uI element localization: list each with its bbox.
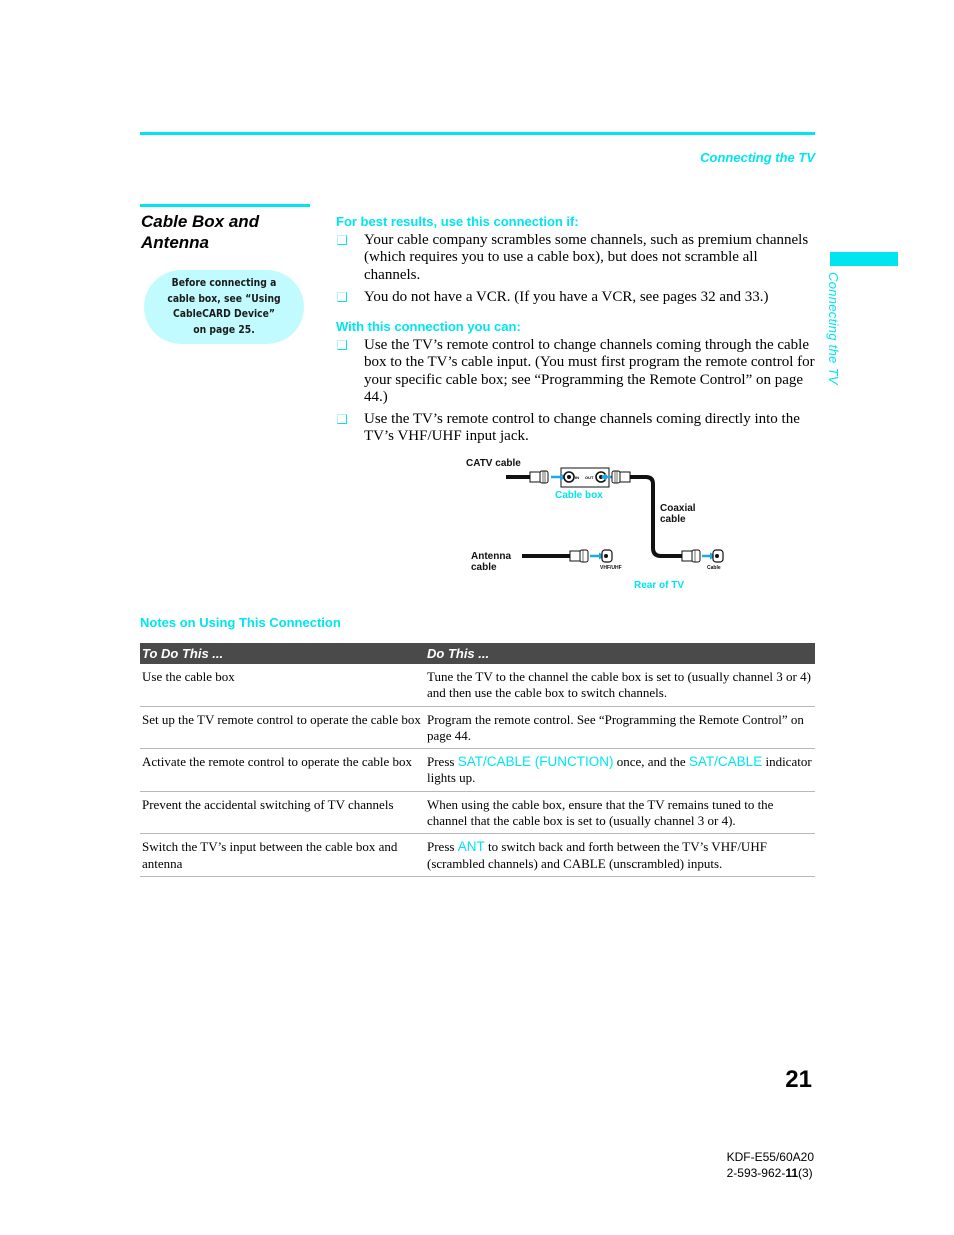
cable-jack-label: Cable [707, 565, 721, 571]
list-item: Your cable company scrambles some channe… [336, 232, 816, 284]
checkbox-bullet-icon [337, 414, 347, 425]
sat-cable-indicator-ref: SAT/CABLE [688, 754, 763, 770]
todo-cell: Prevent the accidental switching of TV c… [140, 791, 425, 835]
coaxial-label-line2: cable [660, 514, 686, 525]
coaxial-label-line1: Coaxial [660, 503, 696, 514]
section-title-line2: Antenna [141, 233, 209, 252]
sat-cable-function-button-ref: SAT/CABLE (FUNCTION) [457, 754, 614, 770]
do-cell: Press SAT/CABLE (FUNCTION) once, and the… [425, 748, 815, 792]
list-item: Use the TV’s remote control to change ch… [336, 411, 816, 446]
table-row: Activate the remote control to operate t… [140, 748, 815, 792]
ant-button-ref: ANT [457, 839, 485, 855]
side-tab-label: Connecting the TV [826, 272, 841, 385]
todo-cell: Set up the TV remote control to operate … [140, 706, 425, 750]
do-cell: Press ANT to switch back and forth betwe… [425, 833, 815, 877]
catv-connector-icon [529, 470, 549, 484]
connection-diagram: IN OUT CATV cable Cable box Coaxial cabl… [466, 458, 724, 591]
checkbox-bullet-icon [337, 340, 347, 350]
table-row: Set up the TV remote control to operate … [140, 706, 815, 750]
model-info: KDF-E55/60A20 2-593-962-11(3) [727, 1150, 814, 1181]
table-row: Prevent the accidental switching of TV c… [140, 791, 815, 835]
side-tab-marker [830, 252, 898, 266]
header-to-do: To Do This ... [140, 643, 425, 664]
table-row: Switch the TV’s input between the cable … [140, 833, 815, 877]
section-title: Cable Box and Antenna [141, 211, 311, 253]
list-item: You do not have a VCR. (If you have a VC… [336, 289, 816, 306]
rear-of-tv-label: Rear of TV [634, 580, 684, 591]
section-rule [140, 204, 310, 207]
todo-cell: Activate the remote control to operate t… [140, 748, 425, 792]
notes-title: Notes on Using This Connection [140, 615, 341, 630]
catv-cable-label: CATV cable [466, 458, 521, 469]
with-connection-list: Use the TV’s remote control to change ch… [336, 337, 816, 451]
out-connector-icon [611, 470, 631, 484]
model-number: KDF-E55/60A20 [726, 1150, 814, 1164]
page-number: 21 [785, 1066, 812, 1093]
top-rule [140, 132, 815, 135]
section-title-line1: Cable Box and [141, 212, 260, 231]
tv-cable-jack-icon [712, 549, 724, 563]
running-head: Connecting the TV [700, 150, 815, 165]
todo-cell: Switch the TV’s input between the cable … [140, 833, 425, 877]
antenna-connector-icon [569, 549, 589, 563]
notes-table: To Do This ... Do This ... Use the cable… [140, 643, 815, 877]
out-label: OUT [585, 475, 594, 480]
cable-box-label: Cable box [555, 490, 603, 501]
antenna-label-line1: Antenna [471, 551, 511, 562]
table-header-row: To Do This ... Do This ... [140, 643, 815, 664]
do-cell: Tune the TV to the channel the cable box… [425, 664, 815, 707]
list-item: Use the TV’s remote control to change ch… [336, 337, 816, 406]
cablecard-note-bubble: Before connecting a cable box, see “Usin… [144, 270, 304, 344]
part-number: 2-593-962-11(3) [726, 1165, 813, 1180]
antenna-label-line2: cable [471, 562, 497, 573]
with-connection-heading: With this connection you can: [336, 319, 521, 334]
todo-cell: Use the cable box [140, 664, 425, 707]
in-label: IN [575, 475, 579, 480]
vhf-uhf-label: VHF/UHF [600, 565, 622, 571]
table-row: Use the cable box Tune the TV to the cha… [140, 664, 815, 707]
header-do-this: Do This ... [425, 643, 815, 664]
best-results-heading: For best results, use this connection if… [336, 214, 579, 229]
checkbox-bullet-icon [337, 291, 347, 302]
do-cell: When using the cable box, ensure that th… [425, 791, 815, 835]
do-cell: Program the remote control. See “Program… [425, 706, 815, 750]
best-results-list: Your cable company scrambles some channe… [336, 232, 816, 311]
note-text: Before connecting a cable box, see “Usin… [167, 277, 281, 336]
checkbox-bullet-icon [337, 235, 347, 245]
tv-cable-connector-icon [681, 549, 701, 563]
vhf-uhf-jack-icon [601, 549, 613, 563]
